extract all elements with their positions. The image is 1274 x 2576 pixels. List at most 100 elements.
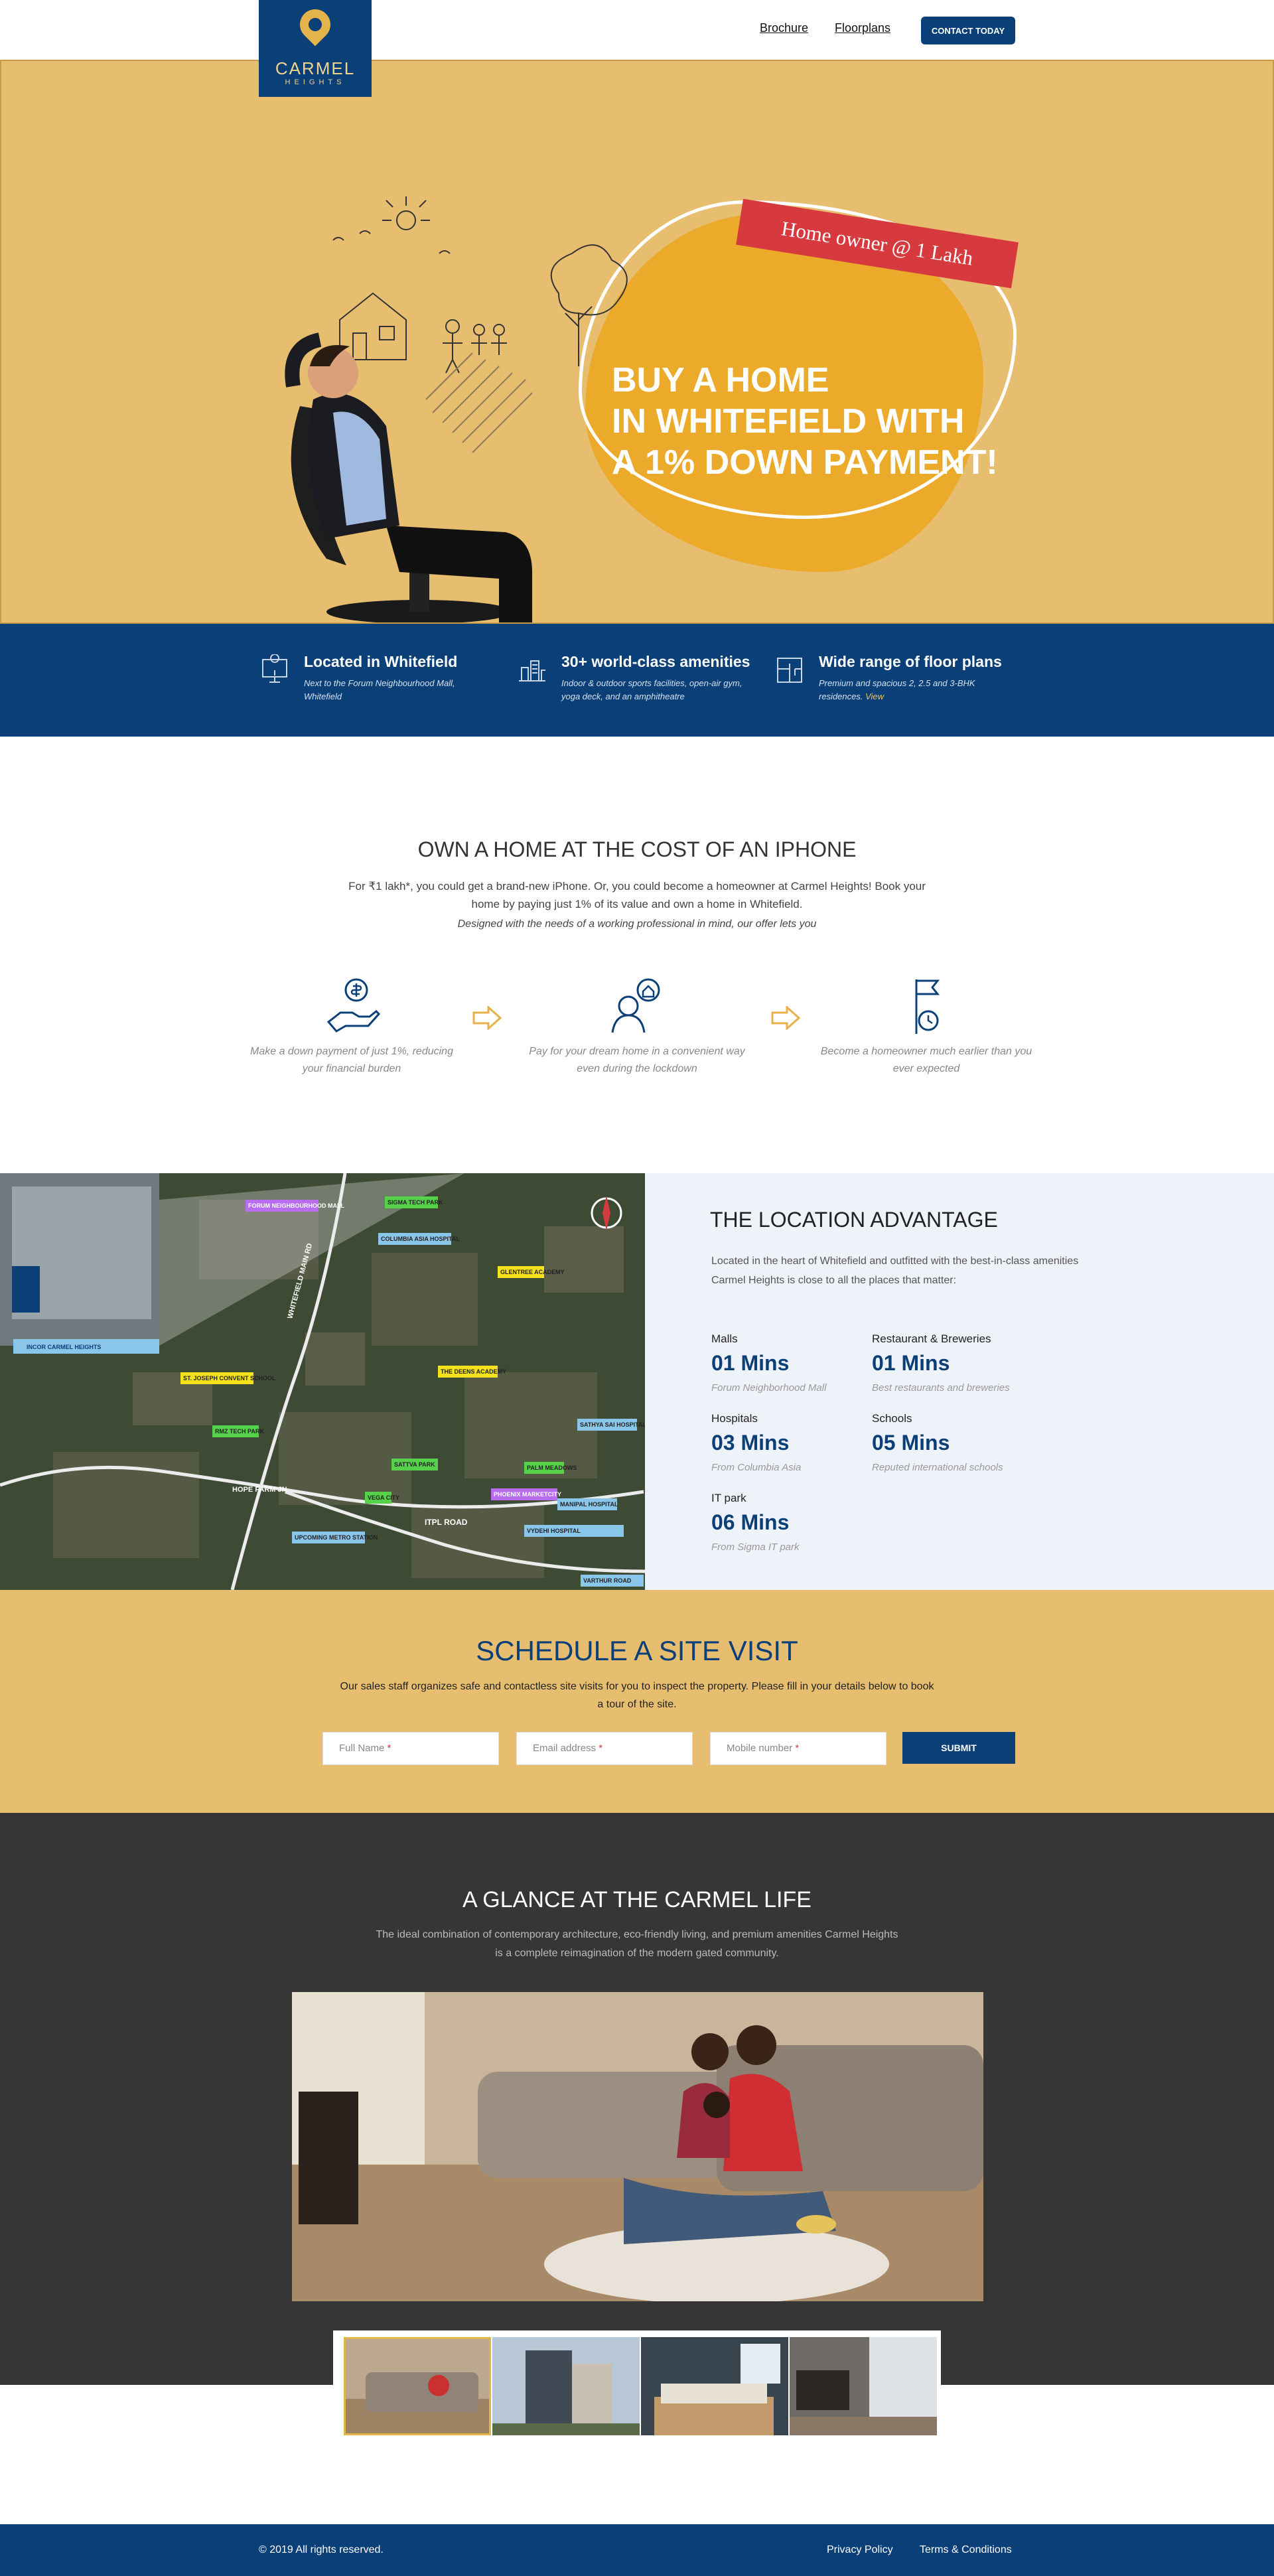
map-label-palm: PALM MEADOWS bbox=[527, 1465, 577, 1471]
map-label-varthur: VARTHUR ROAD bbox=[583, 1577, 632, 1584]
stat-label: Malls bbox=[711, 1332, 738, 1345]
map-label-school: ST. JOSEPH CONVENT SCHOOL bbox=[183, 1375, 276, 1382]
thumbnail-building[interactable] bbox=[492, 2337, 640, 2435]
full-name-placeholder: Full Name bbox=[339, 1743, 385, 1754]
map-label-sigma: SIGMA TECH PARK bbox=[388, 1199, 443, 1206]
step-down-payment: Make a down payment of just 1%, reducing… bbox=[239, 975, 464, 1078]
location-desc: Located in the heart of Whitefield and o… bbox=[711, 1255, 1079, 1286]
site-footer: © 2019 All rights reserved. Privacy Poli… bbox=[0, 2524, 1274, 2576]
thumbnail-interior[interactable] bbox=[790, 2337, 937, 2435]
glance-text: The ideal combination of contemporary ar… bbox=[376, 1929, 898, 1959]
glance-title: A GLANCE AT THE CARMEL LIFE bbox=[462, 1887, 812, 1912]
required-mark: * bbox=[387, 1743, 391, 1754]
relaxing-man-image bbox=[285, 332, 532, 622]
feature-title: Wide range of floor plans bbox=[819, 653, 1002, 670]
stat-restaurants: Restaurant & Breweries 01 Mins Best rest… bbox=[872, 1332, 1031, 1394]
mobile-placeholder: Mobile number bbox=[727, 1743, 793, 1754]
privacy-policy-link[interactable]: Privacy Policy bbox=[827, 2544, 893, 2556]
glance-section: A GLANCE AT THE CARMEL LIFE The ideal co… bbox=[0, 1813, 1274, 2385]
thumbnail-living-room[interactable] bbox=[344, 2337, 491, 2435]
map-label-itpl: ITPL ROAD bbox=[425, 1518, 468, 1527]
nav-brochure-link[interactable]: Brochure bbox=[760, 21, 808, 35]
person-home-icon bbox=[611, 978, 660, 1033]
thumbnail-bedroom[interactable] bbox=[641, 2337, 788, 2435]
schedule-title: SCHEDULE A SITE VISIT bbox=[476, 1635, 798, 1666]
map-label-forum: FORUM NEIGHBOURHOOD MALL bbox=[248, 1202, 344, 1209]
mobile-field[interactable]: Mobile number * bbox=[710, 1732, 886, 1765]
stat-label: Restaurant & Breweries bbox=[872, 1332, 991, 1345]
family-living-room-photo bbox=[292, 1992, 983, 2301]
step-text: Pay for your dream home in a convenient … bbox=[529, 1046, 745, 1074]
stat-value: 01 Mins bbox=[872, 1351, 950, 1375]
hero-headline: BUY A HOME IN WHITEFIELD WITH A 1% DOWN … bbox=[612, 360, 1023, 483]
floorplans-view-link[interactable]: View bbox=[865, 691, 884, 701]
location-title: THE LOCATION ADVANTAGE bbox=[710, 1208, 998, 1232]
floorplan-icon bbox=[777, 658, 802, 683]
contact-today-button[interactable]: CONTACT TODAY bbox=[921, 17, 1015, 44]
map-label-rmz: RMZ TECH PARK bbox=[215, 1428, 264, 1435]
feature-title: Located in Whitefield bbox=[304, 653, 458, 670]
stat-schools: Schools 05 Mins Reputed international sc… bbox=[872, 1412, 1031, 1473]
feature-desc: Premium and spacious 2, 2.5 and 3-BHK re… bbox=[819, 677, 1005, 703]
map-label-columbia: COLUMBIA ASIA HOSPITAL bbox=[381, 1236, 460, 1242]
map-label-manipal: MANIPAL HOSPITAL bbox=[560, 1501, 618, 1508]
map-label-sattva: SATTVA PARK bbox=[394, 1461, 435, 1468]
gallery-thumbnails bbox=[333, 2330, 941, 2439]
hero-banner: Home owner @ 1 Lakh BUY A HOME IN WHITEF… bbox=[0, 60, 1274, 624]
map-label-vega: VEGA CITY bbox=[368, 1494, 399, 1501]
stat-sub: Forum Neighborhood Mall bbox=[711, 1382, 827, 1394]
submit-button[interactable]: SUBMIT bbox=[902, 1732, 1015, 1764]
stat-label: Schools bbox=[872, 1412, 912, 1425]
schedule-visit-section: SCHEDULE A SITE VISIT Our sales staff or… bbox=[0, 1590, 1274, 1813]
feature-desc: Indoor & outdoor sports facilities, open… bbox=[561, 678, 743, 701]
logo-tagline: HEIGHTS bbox=[285, 78, 346, 86]
map-graphic: INCOR CARMEL HEIGHTS ST. JOSEPH CONVENT … bbox=[0, 1173, 645, 1590]
stat-sub: From Sigma IT park bbox=[711, 1541, 800, 1553]
required-mark: * bbox=[599, 1743, 603, 1754]
map-label-vydehi: VYDEHI HOSPITAL bbox=[527, 1528, 581, 1534]
email-field[interactable]: Email address * bbox=[516, 1732, 693, 1765]
own-home-title: OWN A HOME AT THE COST OF AN IPHONE bbox=[417, 837, 857, 861]
building-icon bbox=[519, 660, 545, 681]
email-placeholder: Email address bbox=[533, 1743, 597, 1754]
feature-title: 30+ world-class amenities bbox=[561, 653, 750, 670]
stat-sub: From Columbia Asia bbox=[711, 1462, 802, 1473]
stat-label: Hospitals bbox=[711, 1412, 758, 1425]
map-label-hope-farm: HOPE FARM JN bbox=[232, 1486, 287, 1494]
stat-it-park: IT park 06 Mins From Sigma IT park bbox=[711, 1492, 871, 1553]
required-mark: * bbox=[795, 1743, 800, 1754]
logo-name: CARMEL bbox=[275, 58, 356, 78]
copyright-text: © 2019 All rights reserved. bbox=[259, 2544, 384, 2555]
step-pay-convenient: Pay for your dream home in a convenient … bbox=[524, 975, 750, 1078]
features-bar: Located in Whitefield Next to the Forum … bbox=[0, 624, 1274, 737]
schedule-text: Our sales staff organizes safe and conta… bbox=[340, 1681, 934, 1710]
step-text: Become a homeowner much earlier than you… bbox=[820, 1046, 1032, 1074]
flag-clock-icon bbox=[915, 979, 940, 1034]
arrow-right-icon bbox=[472, 1006, 502, 1030]
nav-floorplans-link[interactable]: Floorplans bbox=[835, 21, 890, 35]
stat-value: 05 Mins bbox=[872, 1431, 950, 1455]
hero-headline-line-1: BUY A HOME bbox=[612, 361, 829, 399]
location-advantage: THE LOCATION ADVANTAGE Located in the he… bbox=[645, 1173, 1274, 1590]
hero-headline-line-2: IN WHITEFIELD WITH bbox=[612, 402, 965, 441]
location-map[interactable]: INCOR CARMEL HEIGHTS ST. JOSEPH CONVENT … bbox=[0, 1173, 645, 1590]
stat-value: 06 Mins bbox=[711, 1510, 790, 1534]
stat-value: 03 Mins bbox=[711, 1431, 790, 1455]
hero-headline-line-3: A 1% DOWN PAYMENT! bbox=[612, 443, 998, 482]
carmel-logo[interactable]: CARMEL HEIGHTS bbox=[259, 0, 372, 97]
map-label-deens: THE DEENS ACADEMY bbox=[441, 1368, 506, 1375]
site-header: CARMEL HEIGHTS Brochure Floorplans CONTA… bbox=[0, 0, 1274, 97]
stat-malls: Malls 01 Mins Forum Neighborhood Mall bbox=[711, 1332, 871, 1394]
map-label-phoenix: PHOENIX MARKETCITY bbox=[494, 1491, 561, 1498]
full-name-field[interactable]: Full Name * bbox=[322, 1732, 499, 1765]
map-label-sathya: SATHYA SAI HOSPITAL bbox=[580, 1421, 645, 1428]
terms-link[interactable]: Terms & Conditions bbox=[920, 2544, 1012, 2556]
own-home-text: For ₹1 lakh*, you could get a brand-new … bbox=[348, 880, 926, 910]
stat-sub: Reputed international schools bbox=[872, 1462, 1003, 1473]
step-text: Make a down payment of just 1%, reducing… bbox=[250, 1046, 453, 1074]
step-become-owner: Become a homeowner much earlier than you… bbox=[814, 975, 1039, 1078]
map-label-metro: UPCOMING METRO STATION bbox=[295, 1534, 378, 1541]
map-label-glentree: GLENTREE ACADEMY bbox=[500, 1269, 565, 1275]
stat-value: 01 Mins bbox=[711, 1351, 790, 1375]
money-hand-icon bbox=[326, 978, 381, 1033]
